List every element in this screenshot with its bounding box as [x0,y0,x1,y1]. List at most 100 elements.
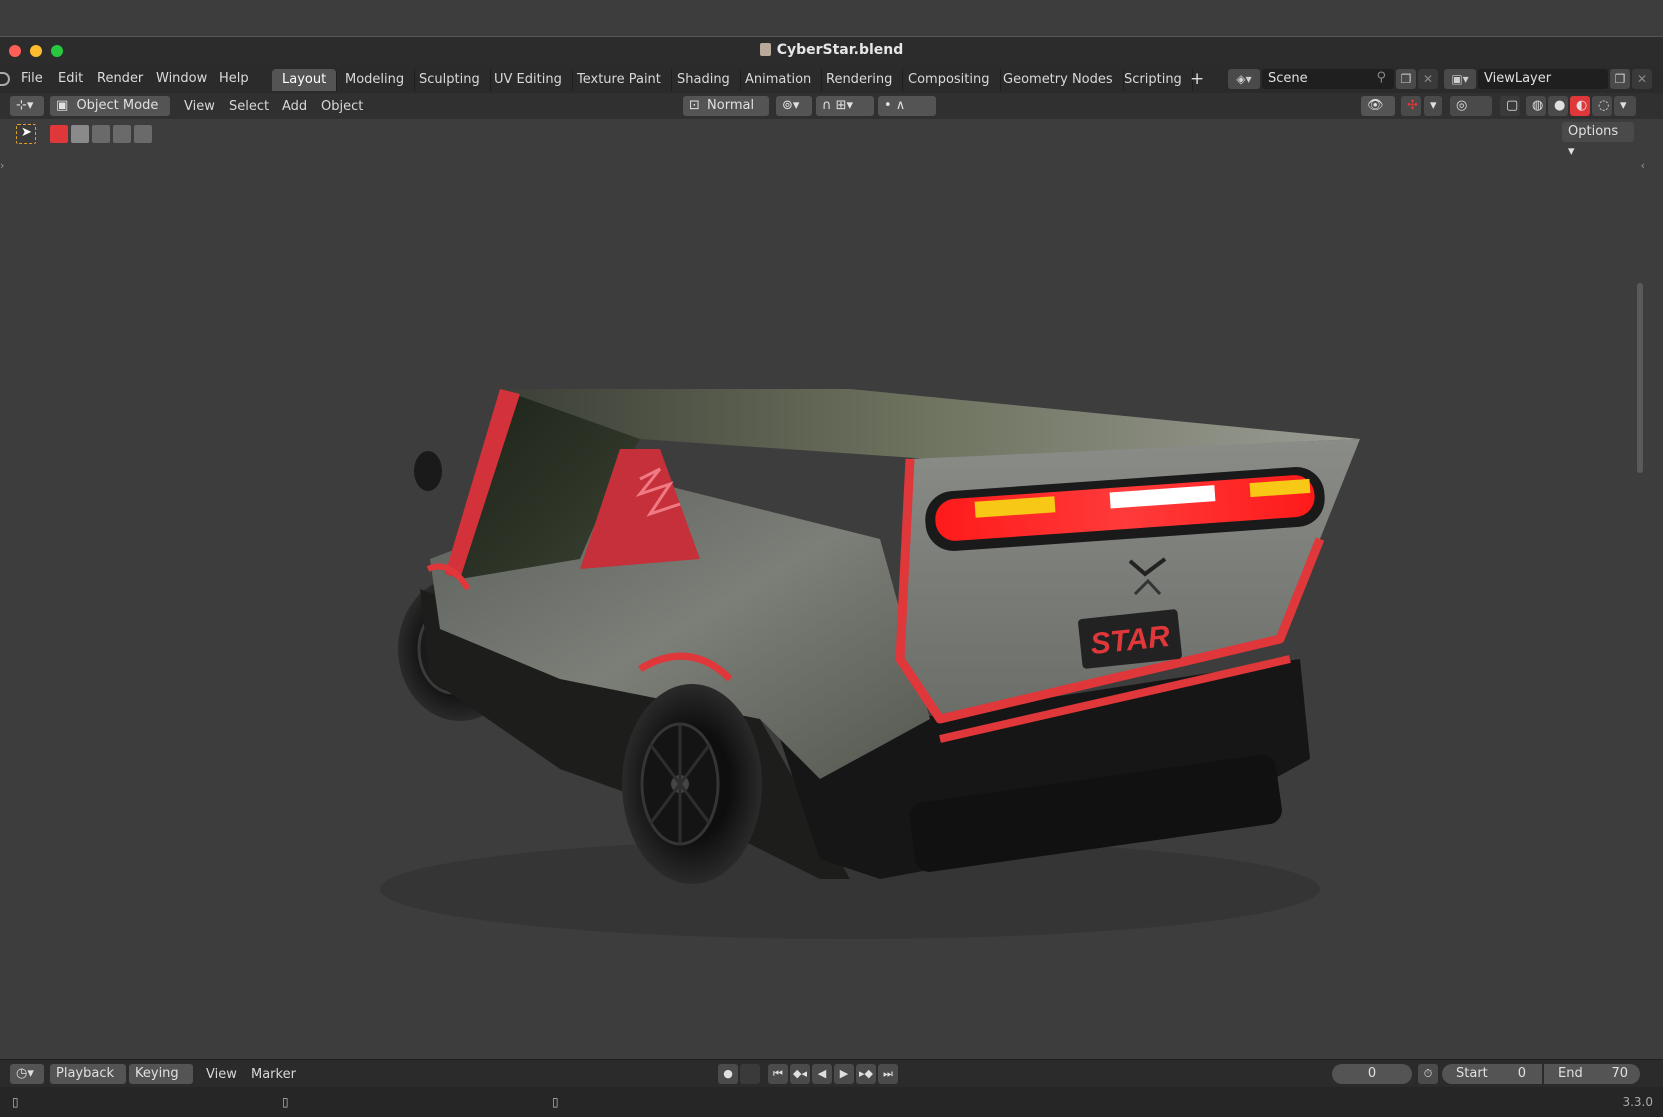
end-frame-field[interactable]: End 70 [1544,1064,1640,1084]
snapping-group[interactable]: ∩ ⊞▾ [816,96,874,116]
new-scene-button[interactable]: ❐ [1396,69,1416,89]
copy-icon: ❐ [1400,72,1412,86]
playback-dropdown[interactable]: Playback ▾ [50,1064,126,1101]
tab-animation[interactable]: Animation [735,69,823,91]
menu-select[interactable]: Select [229,99,269,114]
scene-name-field[interactable]: Scene ⚲ [1262,69,1394,89]
pivot-icon: ⊚▾ [782,98,800,113]
3d-viewport[interactable]: ➤ Options ▾ › ‹ STAR [0,119,1645,1059]
menu-help[interactable]: Help [219,71,249,86]
scene-name: Scene [1268,71,1308,86]
delete-view-layer-button[interactable]: ✕ [1632,69,1652,89]
menu-add[interactable]: Add [282,99,307,114]
next-keyframe-button[interactable]: ▸◆ [856,1064,876,1084]
title-bar: CyberStar.blend [0,37,1663,65]
xray-icon: ▢ [1506,98,1519,113]
shading-solid-button[interactable]: ● [1548,96,1568,116]
play-reverse-button[interactable]: ◀ [812,1064,832,1084]
overlays-toggle[interactable]: ◎ [1450,96,1492,116]
side-mirror [414,451,442,491]
current-frame-field[interactable]: 0 [1332,1064,1412,1084]
mouse-right-icon: ▯ [552,1095,559,1109]
visibility-dropdown[interactable]: 👁︎▾ [1361,96,1395,133]
menu-view[interactable]: View [184,99,215,114]
desktop-background [0,0,1663,36]
prev-keyframe-button[interactable]: ◆◂ [790,1064,810,1084]
shading-wireframe-button[interactable]: ◍ [1526,96,1546,116]
pin-icon[interactable]: ⚲ [1376,70,1386,85]
view-layer-name: ViewLayer [1484,71,1552,86]
tab-layout[interactable]: Layout [272,69,338,91]
license-plate: STAR [1078,609,1182,669]
start-label: Start [1456,1066,1488,1081]
jump-end-button[interactable]: ⏭ [878,1064,898,1084]
tab-modeling[interactable]: Modeling [335,69,416,91]
menu-render[interactable]: Render [97,71,143,86]
record-button[interactable]: ● [718,1064,738,1084]
menu-window[interactable]: Window [156,71,207,86]
gizmo-dropdown[interactable]: ▾ [1424,96,1442,116]
xray-toggle[interactable]: ▢ [1500,96,1520,116]
add-workspace-button[interactable]: + [1190,69,1204,89]
timeline-editor-type-dropdown[interactable]: ◷▾ [10,1064,44,1084]
keying-dropdown[interactable]: Keying ▾ [129,1064,193,1101]
overlays-icon: ◎ [1456,98,1468,113]
play-button[interactable]: ▶ [834,1064,854,1084]
proportional-icon: • ∧ [884,98,906,113]
mouse-middle-icon: ▯ [282,1095,289,1109]
jump-start-button[interactable]: ⏮ [768,1064,788,1084]
shading-rendered-button[interactable]: ◌ [1592,96,1612,116]
tab-geometry-nodes[interactable]: Geometry Nodes [993,69,1124,91]
material-sphere-icon: ◐ [1576,98,1588,113]
mode-dropdown[interactable]: ▣ Object Mode ▾ [50,96,170,133]
start-frame-field[interactable]: Start 0 [1442,1064,1542,1084]
viewport-header: ⊹▾ ▣ Object Mode ▾ View Select Add Objec… [0,93,1663,133]
menu-edit[interactable]: Edit [58,71,83,86]
current-frame-value: 0 [1367,1066,1377,1081]
preview-range-toggle[interactable]: ⏱ [1418,1064,1438,1084]
scene-icon: ◈▾ [1236,72,1252,86]
blender-logo-icon[interactable] [0,72,10,86]
gizmo-toggle[interactable]: ✣ [1401,96,1421,116]
view-layer-field[interactable]: ViewLayer [1478,69,1608,89]
proportional-editing-group[interactable]: • ∧ [878,96,936,116]
menu-file[interactable]: File [21,71,43,86]
new-view-layer-button[interactable]: ❐ [1610,69,1630,89]
blender-window: CyberStar.blend File Edit Render Window … [0,36,1663,1117]
close-icon: ✕ [1422,72,1434,86]
delete-scene-button[interactable]: ✕ [1418,69,1438,89]
shading-material-button[interactable]: ◐ [1570,96,1590,116]
tab-compositing[interactable]: Compositing [898,69,1001,91]
next-keyframe-icon: ▸◆ [859,1067,873,1080]
car-model-render: STAR [380,389,1360,939]
tab-rendering[interactable]: Rendering [816,69,904,91]
window-title: CyberStar.blend [0,42,1663,58]
tab-uv-editing[interactable]: UV Editing [484,69,573,91]
tab-texture-paint[interactable]: Texture Paint [567,69,672,91]
pivot-point-dropdown[interactable]: ⊚▾ [776,96,812,116]
view-layer-browse-button[interactable]: ▣▾ [1444,69,1476,89]
auto-keying-options[interactable] [740,1064,760,1084]
tab-shading[interactable]: Shading [667,69,741,91]
shading-options-dropdown[interactable]: ▾ [1614,96,1636,116]
solid-sphere-icon: ● [1554,98,1566,113]
editor-type-dropdown[interactable]: ⊹▾ [10,96,44,116]
rendered-sphere-icon: ◌ [1598,98,1610,113]
transform-orientation-dropdown[interactable]: ⊡ Normal ▾ [683,96,769,133]
scene-browse-button[interactable]: ◈▾ [1228,69,1260,89]
record-icon: ● [723,1067,733,1080]
end-label: End [1558,1066,1583,1081]
tab-scripting[interactable]: Scripting [1114,69,1193,91]
tab-sculpting[interactable]: Sculpting [409,69,491,91]
editor-type-icon: ⊹▾ [16,98,34,113]
document-icon [759,43,771,56]
chevron-down-icon: ▾ [1620,98,1627,113]
menu-object[interactable]: Object [321,99,363,114]
top-bar: File Edit Render Window Help Layout Mode… [0,65,1663,93]
timeline-header: ◷▾ Playback ▾ Keying ▾ View Marker ● ⏮ ◆… [0,1059,1663,1101]
status-bar: ▯ ▯ ▯ 3.3.0 [0,1087,1663,1117]
orientation-label: Normal [707,98,755,113]
stopwatch-icon: ⏱ [1423,1067,1433,1080]
prev-keyframe-icon: ◆◂ [793,1067,807,1080]
keying-label: Keying [135,1066,179,1081]
